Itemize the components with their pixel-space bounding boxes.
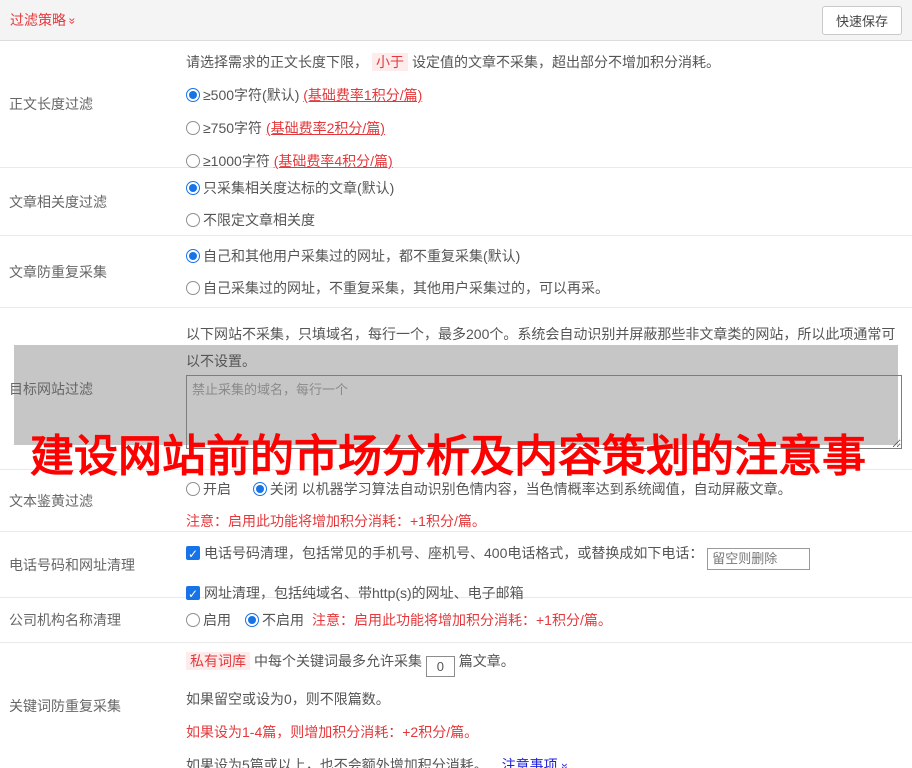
radio-icon[interactable] — [186, 213, 200, 227]
replacement-phone-input[interactable] — [707, 547, 811, 570]
private-lexicon-badge[interactable]: 私有词库 — [186, 652, 250, 670]
less-than-badge: 小于 — [372, 53, 408, 71]
company-option-off[interactable]: 不启用 — [245, 610, 304, 630]
row-label: 公司机构名称清理 — [9, 612, 121, 628]
rate-note: (基础费率4积分/篇) — [273, 153, 393, 169]
header-bar: 过滤策略» 快速保存 — [0, 0, 912, 41]
dedup-option-own[interactable]: 自己采集过的网址，不重复采集，其他用户采集过的，可以再采。 — [186, 278, 906, 298]
checkbox-checked-icon[interactable] — [186, 584, 200, 604]
section-title: 过滤策略 — [10, 12, 66, 28]
rate-note: (基础费率2积分/篇) — [265, 120, 385, 136]
radio-checked-icon[interactable] — [186, 88, 200, 102]
phone-clean-option[interactable]: 电话号码清理，包括常见的手机号、座机号、400电话格式，或替换成如下电话： — [186, 543, 906, 570]
keyword-note-zero: 如果留空或设为0，则不限篇数。 — [186, 691, 390, 707]
max-articles-input[interactable] — [425, 656, 455, 677]
chevron-down-icon: » — [65, 17, 80, 25]
radio-checked-icon[interactable] — [186, 181, 200, 195]
quick-save-button[interactable]: 快速保存 — [821, 5, 902, 35]
section-title-toggle[interactable]: 过滤策略» — [10, 10, 80, 30]
radio-icon[interactable] — [186, 281, 200, 295]
relevance-option-any[interactable]: 不限定文章相关度 — [186, 210, 906, 230]
radio-checked-icon[interactable] — [186, 249, 200, 263]
radio-icon[interactable] — [186, 482, 200, 496]
keyword-note-five: 如果设为5篇或以上，也不会额外增加积分消耗。 — [186, 757, 488, 768]
chevron-down-icon: » — [557, 763, 572, 768]
row-label: 电话号码和网址清理 — [9, 556, 135, 573]
radio-icon[interactable] — [186, 154, 200, 168]
checkbox-checked-icon[interactable] — [186, 544, 200, 564]
text-length-intro: 请选择需求的正文长度下限， 小于 设定值的文章不采集，超出部分不增加积分消耗。 — [186, 53, 720, 71]
company-clean-note: 注意：启用此功能将增加积分消耗：+1积分/篇。 — [312, 612, 612, 628]
porn-filter-note: 注意：启用此功能将增加积分消耗：+1积分/篇。 — [186, 513, 486, 529]
row-url-dedup: 文章防重复采集 自己和其他用户采集过的网址，都不重复采集(默认) 自己采集过的网… — [0, 236, 912, 308]
target-site-desc: 以下网站不采集，只填域名，每行一个，最多200个。系统会自动识别并屏蔽那些非文章… — [186, 326, 896, 369]
row-relevance-filter: 文章相关度过滤 只采集相关度达标的文章(默认) 不限定文章相关度 — [0, 168, 912, 236]
row-label: 文章防重复采集 — [9, 263, 107, 280]
length-option-500[interactable]: ≥500字符(默认) (基础费率1积分/篇) — [186, 85, 906, 105]
length-option-750[interactable]: ≥750字符 (基础费率2积分/篇) — [186, 118, 906, 138]
row-keyword-dedup: 关键词防重复采集 私有词库中每个关键词最多允许采集 篇文章。 如果留空或设为0，… — [0, 643, 912, 768]
rate-note: (基础费率1积分/篇) — [303, 87, 423, 103]
row-phone-url-clean: 电话号码和网址清理 电话号码清理，包括常见的手机号、座机号、400电话格式，或替… — [0, 532, 912, 604]
dedup-option-global[interactable]: 自己和其他用户采集过的网址，都不重复采集(默认) — [186, 246, 906, 266]
radio-icon[interactable] — [186, 613, 200, 627]
radio-checked-icon[interactable] — [245, 613, 259, 627]
row-label: 关键词防重复采集 — [9, 697, 121, 714]
filter-strategy-page: 过滤策略» 快速保存 正文长度过滤 请选择需求的正文长度下限， 小于 设定值的文章不… — [0, 0, 912, 768]
row-company-clean: 公司机构名称清理 启用 不启用 注意：启用此功能将增加积分消耗：+1积分/篇。 — [0, 598, 912, 643]
relevance-option-strict[interactable]: 只采集相关度达标的文章(默认) — [186, 178, 906, 198]
row-label: 正文长度过滤 — [9, 96, 93, 112]
row-text-length-filter: 正文长度过滤 请选择需求的正文长度下限， 小于 设定值的文章不采集，超出部分不增加积… — [0, 41, 912, 169]
notice-link[interactable]: 注意事项» — [502, 757, 572, 768]
radio-checked-icon[interactable] — [252, 482, 267, 496]
keyword-note-cost: 如果设为1-4篇，则增加积分消耗：+2积分/篇。 — [186, 724, 479, 740]
company-option-on[interactable]: 启用 — [186, 610, 231, 630]
overlay-headline: 建设网站前的市场分析及内容策划的注意事 — [30, 432, 866, 481]
radio-icon[interactable] — [186, 121, 200, 135]
row-label: 文章相关度过滤 — [9, 193, 107, 210]
